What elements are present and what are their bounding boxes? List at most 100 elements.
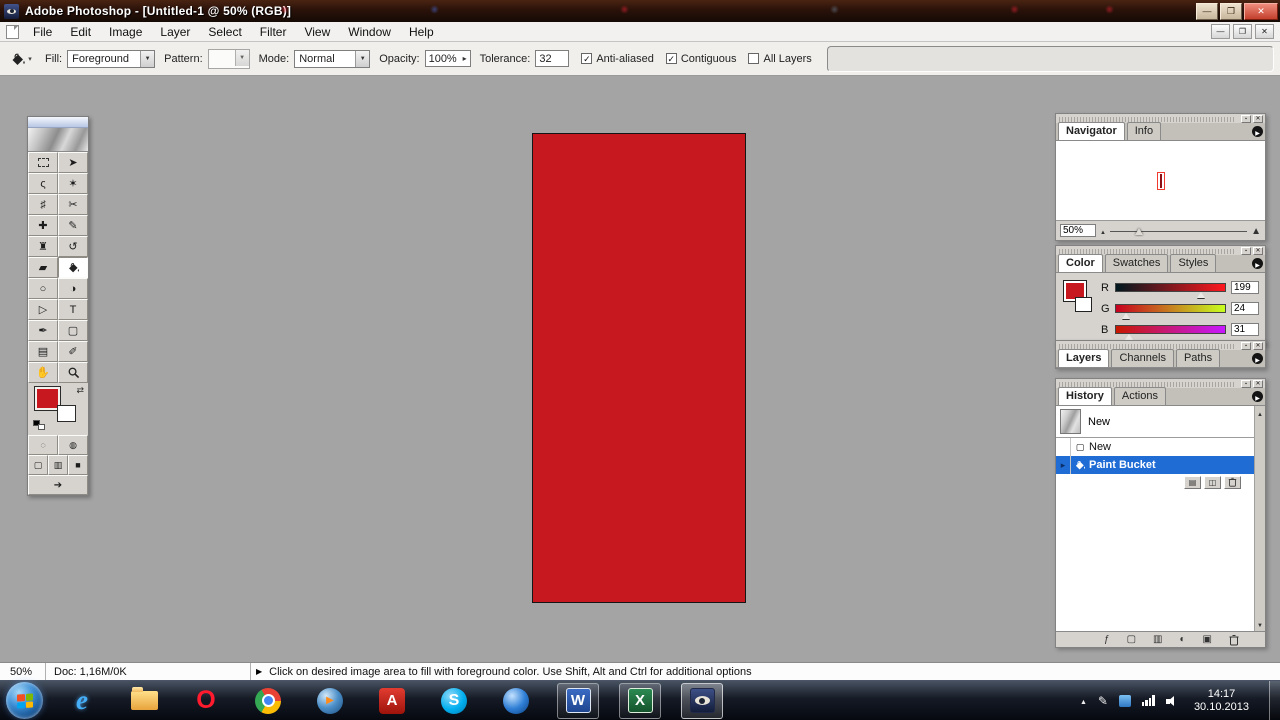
green-value-field[interactable]: 24: [1231, 302, 1259, 315]
tool-blur[interactable]: ○: [28, 278, 58, 299]
taskbar-windows-explorer[interactable]: [123, 683, 165, 719]
document-canvas[interactable]: [532, 133, 746, 603]
network-icon[interactable]: [1141, 695, 1155, 706]
tool-notes[interactable]: ▤: [28, 341, 58, 362]
layer-mask-icon[interactable]: ▢: [1127, 634, 1136, 645]
close-icon[interactable]: [1253, 342, 1263, 350]
history-state-new[interactable]: New: [1056, 438, 1254, 456]
taskbar-media-player[interactable]: [309, 683, 351, 719]
tab-styles[interactable]: Styles: [1170, 254, 1217, 272]
taskbar-clock[interactable]: 14:17 30.10.2013: [1190, 688, 1258, 714]
zoom-out-icon[interactable]: [1100, 225, 1106, 237]
history-scrollbar[interactable]: [1254, 406, 1265, 631]
history-snapshot-row[interactable]: New: [1056, 406, 1254, 438]
volume-icon[interactable]: [1165, 695, 1179, 707]
document-window-icon[interactable]: [6, 24, 19, 39]
menu-file[interactable]: File: [24, 23, 61, 41]
imageready-button[interactable]: ➔: [28, 475, 88, 495]
history-source-gutter[interactable]: [1056, 456, 1071, 474]
menu-image[interactable]: Image: [100, 23, 151, 41]
menu-window[interactable]: Window: [339, 23, 400, 41]
menu-help[interactable]: Help: [400, 23, 443, 41]
status-zoom-field[interactable]: 50%: [0, 663, 46, 680]
tool-move[interactable]: ➤: [58, 152, 88, 173]
fill-dropdown[interactable]: Foreground: [67, 49, 156, 68]
tool-hand[interactable]: ✋: [28, 362, 58, 383]
tool-eraser[interactable]: ▰: [28, 257, 58, 278]
tool-healing-brush[interactable]: ✚: [28, 215, 58, 236]
collapse-icon[interactable]: [1241, 342, 1251, 350]
tool-crop[interactable]: ♯: [28, 194, 58, 215]
default-colors-icon[interactable]: [33, 420, 47, 432]
tray-app-icon[interactable]: [1118, 694, 1131, 707]
mode-dropdown[interactable]: Normal: [294, 49, 371, 68]
show-hidden-icons[interactable]: [1080, 695, 1087, 707]
minimize-button[interactable]: —: [1196, 2, 1218, 20]
adjustment-layer-icon[interactable]: ◐: [1180, 634, 1186, 645]
current-tool-button[interactable]: [6, 46, 36, 72]
pen-input-icon[interactable]: [1098, 694, 1108, 708]
taskbar-word[interactable]: W: [557, 682, 599, 719]
navigator-preview[interactable]: [1056, 141, 1265, 221]
tool-pen[interactable]: ✒: [28, 320, 58, 341]
menu-edit[interactable]: Edit: [61, 23, 100, 41]
blue-slider[interactable]: [1115, 325, 1226, 340]
tab-navigator[interactable]: Navigator: [1058, 122, 1125, 140]
blue-value-field[interactable]: 31: [1231, 323, 1259, 336]
swap-colors-icon[interactable]: [76, 385, 84, 396]
trash-icon[interactable]: [1229, 634, 1239, 646]
green-slider[interactable]: [1115, 304, 1226, 319]
tab-history[interactable]: History: [1058, 387, 1112, 405]
tab-layers[interactable]: Layers: [1058, 349, 1110, 367]
tool-path-selection[interactable]: ▷: [28, 299, 58, 320]
green-slider-thumb[interactable]: [1121, 313, 1130, 319]
tool-lasso[interactable]: ς: [28, 173, 58, 194]
close-button[interactable]: ✕: [1244, 2, 1278, 20]
antialiased-checkbox[interactable]: ✓: [581, 53, 593, 64]
tool-magic-wand[interactable]: ✶: [58, 173, 88, 194]
tool-eyedropper[interactable]: ✐: [58, 341, 88, 362]
taskbar-chrome[interactable]: [247, 683, 289, 719]
layer-style-icon[interactable]: ƒ: [1104, 634, 1110, 645]
menu-view[interactable]: View: [295, 23, 339, 41]
show-desktop-button[interactable]: [1269, 680, 1280, 720]
close-icon[interactable]: [1253, 380, 1263, 388]
tool-shape[interactable]: ▢: [58, 320, 88, 341]
new-layer-icon[interactable]: ▣: [1203, 634, 1212, 645]
fullscreen-menubar-button[interactable]: ▥: [48, 455, 68, 475]
scroll-down-icon[interactable]: [1257, 618, 1263, 630]
delete-state-icon[interactable]: [1224, 476, 1241, 489]
new-document-from-state-icon[interactable]: ▤: [1184, 476, 1201, 489]
tool-zoom[interactable]: [58, 362, 88, 383]
collapse-icon[interactable]: [1241, 247, 1251, 255]
opacity-field[interactable]: 100%: [424, 50, 471, 67]
status-menu-arrow-icon[interactable]: ▶: [256, 667, 262, 676]
scroll-up-icon[interactable]: [1257, 407, 1263, 419]
red-slider[interactable]: [1115, 283, 1226, 298]
taskbar-adobe-reader[interactable]: A: [371, 683, 413, 719]
tool-brush[interactable]: ✎: [58, 215, 88, 236]
layer-set-icon[interactable]: ▥: [1153, 634, 1162, 645]
tool-paint-bucket[interactable]: [58, 257, 88, 278]
quick-mask-mode-button[interactable]: ◍: [58, 435, 88, 455]
background-color-swatch[interactable]: [1075, 297, 1092, 312]
zoom-slider[interactable]: [1109, 225, 1248, 237]
tab-swatches[interactable]: Swatches: [1104, 254, 1169, 272]
menu-filter[interactable]: Filter: [251, 23, 296, 41]
tool-dodge[interactable]: ◑: [58, 278, 88, 299]
toolbox-drag-bar[interactable]: [28, 117, 88, 128]
menu-select[interactable]: Select: [199, 23, 250, 41]
background-color-swatch[interactable]: [57, 405, 76, 422]
contiguous-checkbox[interactable]: ✓: [665, 53, 677, 64]
start-button[interactable]: [6, 682, 43, 719]
tool-rectangular-marquee[interactable]: [28, 152, 58, 173]
zoom-in-icon[interactable]: [1251, 225, 1261, 237]
tool-slice[interactable]: ✂: [58, 194, 88, 215]
taskbar-skype[interactable]: S: [433, 683, 475, 719]
menu-layer[interactable]: Layer: [151, 23, 199, 41]
palette-menu-icon[interactable]: [1252, 353, 1263, 364]
doc-restore-button[interactable]: ❐: [1233, 24, 1252, 39]
navigator-zoom-field[interactable]: 50%: [1060, 224, 1096, 237]
close-icon[interactable]: [1253, 115, 1263, 123]
history-source-gutter[interactable]: [1056, 438, 1071, 456]
